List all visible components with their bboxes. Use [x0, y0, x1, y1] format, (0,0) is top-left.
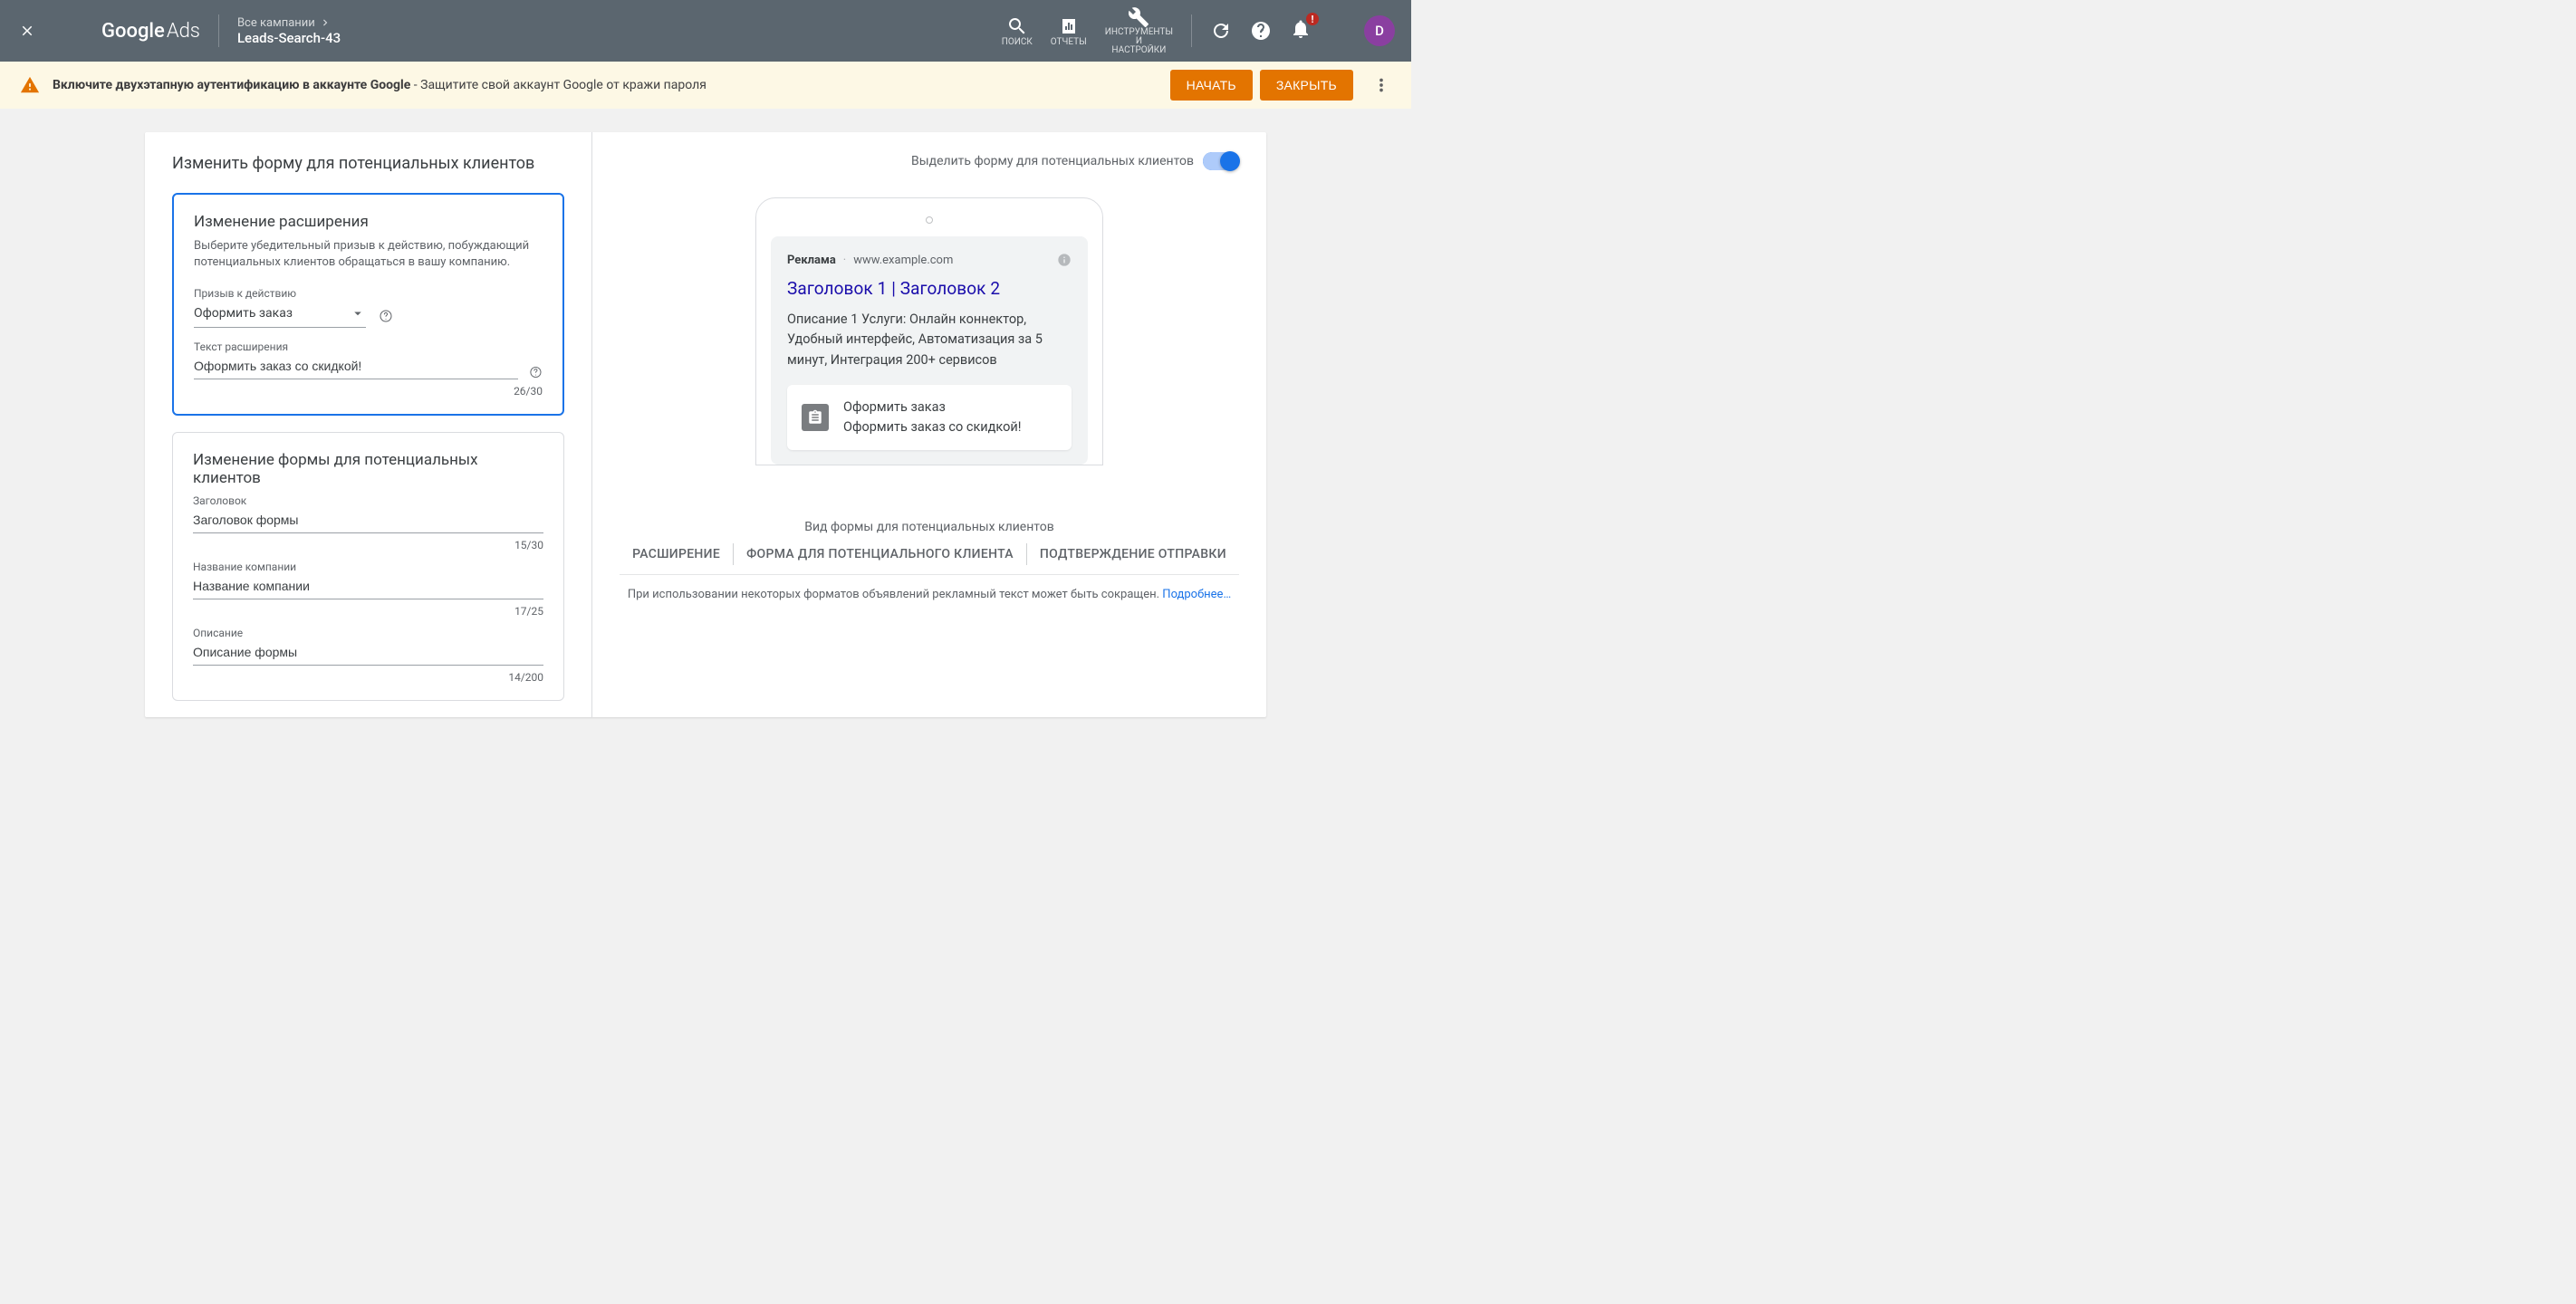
lead-form-card[interactable]: Изменение формы для потенциальных клиент… [172, 432, 564, 701]
google-ads-logo: Google Ads [101, 20, 200, 43]
desc-input[interactable] [193, 643, 543, 666]
phone-camera-icon [926, 216, 933, 224]
editor-panel: Изменить форму для потенциальных клиенто… [145, 132, 1266, 717]
ad-badge: Реклама [787, 254, 836, 267]
help-outline-icon[interactable] [379, 309, 393, 323]
tab-confirmation[interactable]: ПОДТВЕРЖДЕНИЕ ОТПРАВКИ [1026, 543, 1239, 565]
logo-text-1: Google [101, 20, 165, 43]
headline-input[interactable] [193, 511, 543, 533]
ext-text-counter: 26/30 [194, 385, 543, 398]
arrow-drop-down-icon [350, 305, 366, 321]
cta-label: Призыв к действию [194, 287, 543, 300]
preview-tabs: РАСШИРЕНИЕ ФОРМА ДЛЯ ПОТЕНЦИАЛЬНОГО КЛИЕ… [620, 543, 1239, 565]
extension-card-subtitle: Выберите убедительный призыв к действию,… [194, 238, 543, 271]
company-input[interactable] [193, 577, 543, 599]
header-divider-2 [1191, 14, 1192, 47]
chevron-right-icon [319, 16, 332, 29]
form-editor: Изменить форму для потенциальных клиенто… [145, 132, 592, 717]
toggle-label: Выделить форму для потенциальных клиенто… [911, 154, 1194, 168]
refresh-icon[interactable] [1210, 20, 1232, 42]
main-content: Изменить форму для потенциальных клиенто… [0, 109, 1411, 717]
search-icon [1006, 15, 1028, 37]
tab-lead-form[interactable]: ФОРМА ДЛЯ ПОТЕНЦИАЛЬНОГО КЛИЕНТА [733, 543, 1026, 565]
info-icon [1057, 253, 1072, 267]
headline-label: Заголовок [193, 494, 543, 507]
ad-extension-preview: Оформить заказ Оформить заказ со скидкой… [787, 385, 1072, 450]
ad-url: www.example.com [853, 254, 953, 267]
company-counter: 17/25 [193, 605, 543, 618]
alert-start-button[interactable]: НАЧАТЬ [1170, 70, 1253, 101]
logo-text-2: Ads [167, 20, 200, 43]
search-button[interactable]: ПОИСК [1002, 15, 1033, 47]
alert-close-button[interactable]: ЗАКРЫТЬ [1260, 70, 1353, 101]
breadcrumb[interactable]: Все кампании Leads-Search-43 [237, 16, 341, 46]
preview-pane: Выделить форму для потенциальных клиенто… [592, 132, 1266, 717]
bar-chart-icon [1058, 15, 1080, 37]
header-divider [218, 14, 219, 47]
ad-preview-card: Реклама · www.example.com Заголовок 1 | … [771, 236, 1088, 465]
ad-headline: Заголовок 1 | Заголовок 2 [787, 278, 1072, 299]
close-icon[interactable] [16, 20, 38, 42]
tab-extension[interactable]: РАСШИРЕНИЕ [620, 543, 733, 565]
extension-card-title: Изменение расширения [194, 213, 543, 231]
more-vert-icon[interactable] [1371, 75, 1391, 95]
desc-counter: 14/200 [193, 671, 543, 684]
notifications-button[interactable]: ! [1290, 18, 1312, 43]
desc-label: Описание [193, 627, 543, 639]
extension-card[interactable]: Изменение расширения Выберите убедительн… [172, 193, 564, 416]
clipboard-icon [802, 404, 829, 431]
ad-ext-line2: Оформить заказ со скидкой! [843, 417, 1021, 437]
page-title: Изменить форму для потенциальных клиенто… [172, 154, 564, 173]
headline-counter: 15/30 [193, 539, 543, 551]
warning-icon [20, 75, 40, 95]
alert-text: Включите двухэтапную аутентификацию в ак… [53, 78, 706, 92]
avatar[interactable]: D [1364, 15, 1395, 46]
crumb-all-campaigns: Все кампании [237, 16, 315, 30]
help-outline-icon[interactable] [529, 365, 543, 379]
lead-form-card-title: Изменение формы для потенциальных клиент… [193, 451, 543, 487]
help-icon[interactable] [1250, 20, 1272, 42]
alert-banner: Включите двухэтапную аутентификацию в ак… [0, 62, 1411, 109]
footnote-link[interactable]: Подробнее… [1162, 588, 1231, 601]
reports-button[interactable]: ОТЧЕТЫ [1051, 15, 1087, 47]
ad-description: Описание 1 Услуги: Онлайн коннектор, Удо… [787, 310, 1072, 370]
app-header: Google Ads Все кампании Leads-Search-43 … [0, 0, 1411, 62]
crumb-campaign-name: Leads-Search-43 [237, 30, 341, 46]
company-label: Название компании [193, 561, 543, 573]
ad-ext-line1: Оформить заказ [843, 398, 1021, 417]
footnote: При использовании некоторых форматов объ… [620, 574, 1239, 601]
ext-text-label: Текст расширения [194, 340, 543, 353]
cta-dropdown[interactable]: Оформить заказ [194, 303, 366, 328]
preview-caption: Вид формы для потенциальных клиентов [620, 520, 1239, 534]
ext-text-input[interactable] [194, 357, 518, 379]
highlight-toggle[interactable] [1203, 152, 1239, 170]
tools-button[interactable]: ИНСТРУМЕНТЫ И НАСТРОЙКИ [1105, 6, 1173, 55]
header-actions: ПОИСК ОТЧЕТЫ ИНСТРУМЕНТЫ И НАСТРОЙКИ ! D [1002, 6, 1395, 55]
wrench-icon [1128, 6, 1149, 28]
notification-badge: ! [1306, 13, 1319, 25]
phone-preview: Реклама · www.example.com Заголовок 1 | … [755, 197, 1103, 465]
